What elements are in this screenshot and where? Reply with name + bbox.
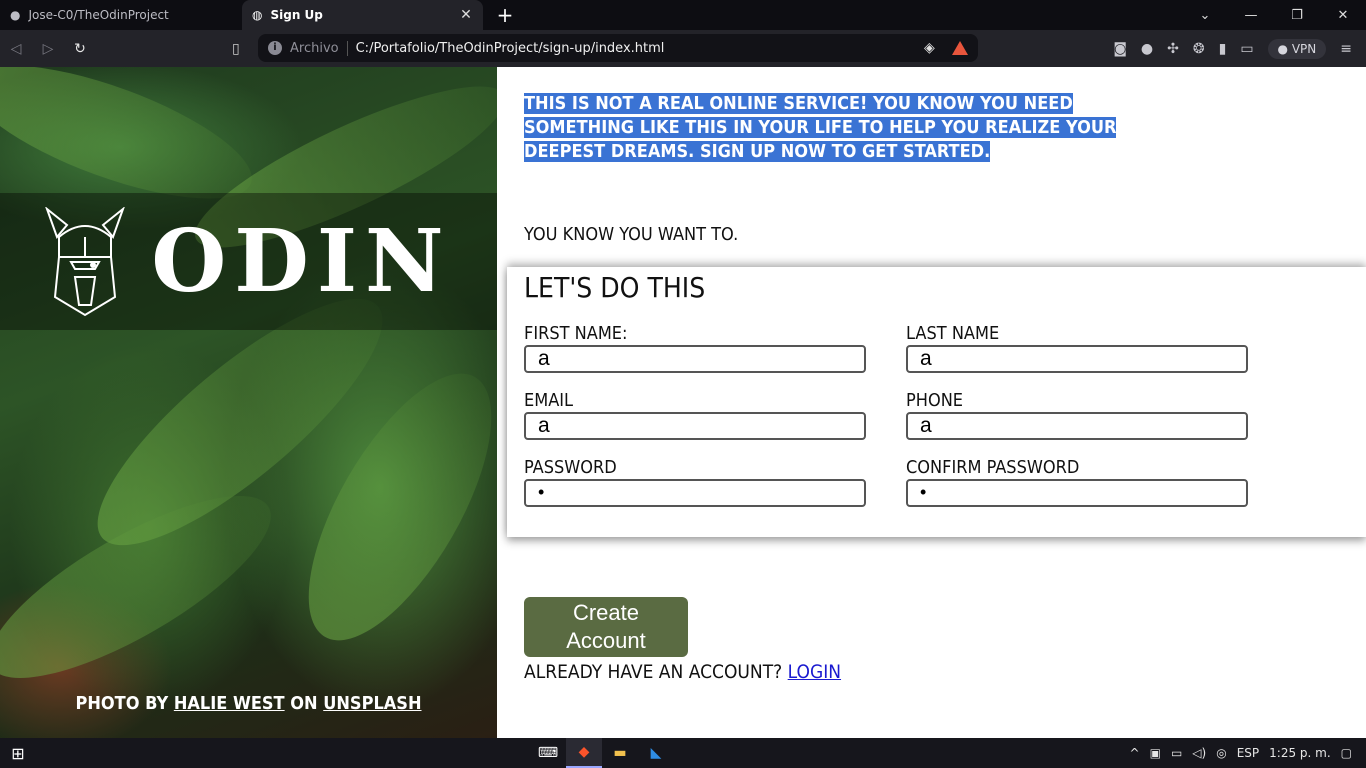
last-name-label: Last Name (906, 323, 1000, 344)
tab-search-icon[interactable]: ⌄ (1182, 8, 1228, 23)
reload-icon[interactable]: ↻ (64, 41, 96, 57)
password-input[interactable]: • (524, 479, 866, 507)
email-input[interactable]: a (524, 412, 866, 440)
phone-label: Phone (906, 390, 964, 411)
tab-label: Sign Up (270, 8, 323, 22)
system-tray: ^ ▣ ▭ ◁) ◎ ESP 1:25 p. m. ▢ (1130, 738, 1366, 768)
confirm-password-label: Confirm Password (906, 457, 1080, 478)
menu-icon[interactable]: ≡ (1340, 41, 1352, 57)
puzzle-icon[interactable]: ✣ (1167, 41, 1179, 57)
vscode-icon[interactable]: ◣ (638, 738, 674, 768)
tab-sign-up[interactable]: ◍ Sign Up ✕ (242, 0, 483, 30)
email-label: Email (524, 390, 574, 411)
close-tab-icon[interactable]: ✕ (459, 7, 473, 23)
credit-mid: on (290, 693, 318, 714)
meet-icon[interactable]: ◎ (1216, 746, 1226, 760)
form-title: Let's do this (524, 271, 706, 304)
last-name-field: Last Name a (906, 323, 1248, 373)
network-icon[interactable]: ▣ (1150, 746, 1161, 760)
browser-toolbar: ◁ ▷ ↻ ▯ i Archivo C:/Portafolio/TheOdinP… (0, 30, 1366, 67)
confirm-password-input[interactable]: • (906, 479, 1248, 507)
login-link[interactable]: Login (788, 661, 841, 683)
globe-icon: ◍ (252, 8, 263, 22)
window-controls: ⌄ — ❐ ✕ (1182, 0, 1366, 30)
brave-rewards-icon[interactable] (952, 41, 968, 55)
logo-band: ODIN (0, 193, 497, 330)
notification-icon[interactable]: ▢ (1341, 746, 1352, 760)
leo-icon[interactable]: ❂ (1193, 41, 1205, 57)
minimize-icon[interactable]: — (1228, 8, 1274, 23)
camera-icon[interactable]: ◙ (1113, 41, 1127, 57)
toolbar-icons: ◙ ● ✣ ❂ ▮ ▭ ● VPN ≡ (1113, 30, 1366, 67)
phone-field: Phone a (906, 390, 1248, 440)
create-account-button[interactable]: Create Account (524, 597, 688, 657)
first-name-input[interactable]: a (524, 345, 866, 373)
password-field: Password • (524, 457, 866, 507)
file-explorer-icon[interactable]: ▬ (602, 738, 638, 768)
windows-start-icon[interactable]: ⊞ (0, 744, 36, 763)
forward-icon[interactable]: ▷ (32, 41, 64, 57)
taskbar-apps: ⌨ ◆ ▬ ◣ (530, 738, 674, 768)
chevron-up-icon[interactable]: ^ (1130, 746, 1140, 760)
wallet-icon[interactable]: ▭ (1240, 41, 1253, 57)
intro-text: This is not a real online service! You k… (524, 92, 1124, 164)
login-line: Already have an account? Login (524, 661, 841, 683)
url-text[interactable]: C:/Portafolio/TheOdinProject/sign-up/ind… (356, 41, 916, 56)
tab-github[interactable]: ● Jose-C0/TheOdinProject (0, 0, 242, 30)
extension-icon[interactable]: ● (1141, 41, 1153, 57)
password-label: Password (524, 457, 617, 478)
address-prefix: Archivo (290, 40, 348, 56)
language-indicator[interactable]: ESP (1237, 746, 1259, 760)
email-field: Email a (524, 390, 866, 440)
volume-icon[interactable]: ◁) (1192, 746, 1206, 760)
main-content: This is not a real online service! You k… (497, 67, 1366, 738)
close-window-icon[interactable]: ✕ (1320, 8, 1366, 23)
credit-site-link[interactable]: Unsplash (323, 693, 421, 714)
restore-icon[interactable]: ❐ (1274, 8, 1320, 23)
first-name-label: First Name: (524, 323, 628, 344)
confirm-password-field: Confirm Password • (906, 457, 1248, 507)
page-viewport: ODIN Photo by Halie West on Unsplash Thi… (0, 67, 1366, 738)
want-text: You know you want to. (524, 224, 739, 245)
credit-prefix: Photo by (75, 693, 169, 714)
battery-icon[interactable]: ▭ (1171, 746, 1182, 760)
keyboard-icon[interactable]: ⌨ (530, 738, 566, 768)
github-icon: ● (10, 8, 21, 22)
tab-bar: ● Jose-C0/TheOdinProject ◍ Sign Up ✕ + ⌄… (0, 0, 1366, 30)
taskbar: ⊞ ⌨ ◆ ▬ ◣ ^ ▣ ▭ ◁) ◎ ESP 1:25 p. m. ▢ (0, 738, 1366, 768)
login-prompt: Already have an account? (524, 661, 783, 683)
phone-input[interactable]: a (906, 412, 1248, 440)
credit-author-link[interactable]: Halie West (174, 693, 285, 714)
new-tab-button[interactable]: + (483, 0, 527, 30)
hero-image: ODIN Photo by Halie West on Unsplash (0, 67, 497, 738)
info-icon[interactable]: i (268, 41, 282, 55)
tab-label: Jose-C0/TheOdinProject (28, 8, 169, 22)
photo-credit: Photo by Halie West on Unsplash (0, 693, 497, 714)
intro-highlight: This is not a real online service! You k… (524, 93, 1117, 162)
logo-text: ODIN (151, 210, 452, 312)
brave-shields-icon[interactable]: ◈ (924, 40, 944, 56)
clock[interactable]: 1:25 p. m. (1269, 746, 1331, 760)
sidebar-icon[interactable]: ▮ (1219, 41, 1227, 57)
last-name-input[interactable]: a (906, 345, 1248, 373)
signup-form: Let's do this First Name: a Last Name a … (507, 267, 1366, 537)
vpn-label: VPN (1291, 41, 1317, 56)
vpn-button[interactable]: ● VPN (1267, 38, 1327, 59)
odin-helmet-icon (45, 206, 126, 316)
bookmark-icon[interactable]: ▯ (232, 41, 252, 57)
first-name-field: First Name: a (524, 323, 866, 373)
address-bar[interactable]: i Archivo C:/Portafolio/TheOdinProject/s… (258, 34, 978, 62)
brave-browser-icon[interactable]: ◆ (566, 738, 602, 768)
back-icon[interactable]: ◁ (0, 41, 32, 57)
